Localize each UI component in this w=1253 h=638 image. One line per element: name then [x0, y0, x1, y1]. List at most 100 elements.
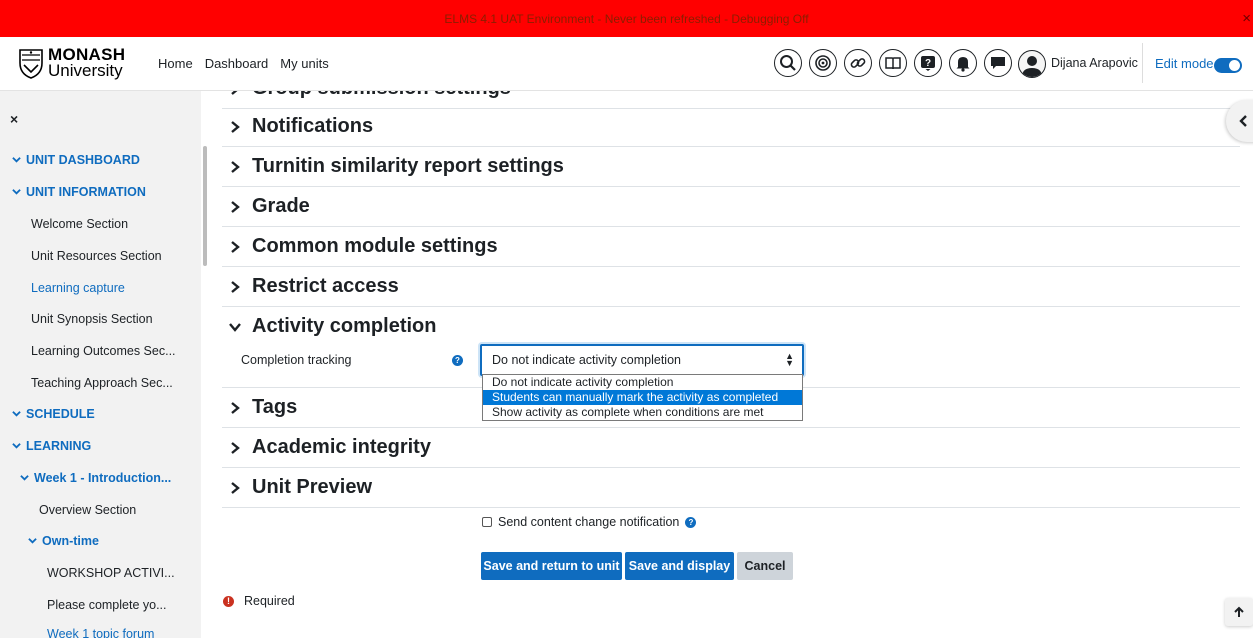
chevron-down-icon[interactable]: [12, 155, 26, 167]
chevron-down-icon[interactable]: [28, 536, 42, 548]
sidebar-item[interactable]: Learning Outcomes Sec...: [31, 344, 176, 358]
sidebar-item[interactable]: Teaching Approach Sec...: [31, 376, 173, 390]
sidebar-item-label: UNIT INFORMATION: [26, 185, 146, 199]
main-content: Group submission settings Notifications …: [208, 91, 1253, 638]
activity-completion-header[interactable]: Activity completion: [228, 315, 436, 338]
chevron-down-icon[interactable]: [12, 409, 26, 421]
environment-banner: ELMS 4.1 UAT Environment - Never been re…: [0, 0, 1253, 37]
sidebar-item[interactable]: Unit Resources Section: [31, 249, 162, 263]
section-common-module-settings[interactable]: Common module settings: [222, 227, 1240, 267]
monash-logo[interactable]: MONASH University: [18, 46, 125, 80]
user-avatar[interactable]: [1018, 50, 1046, 78]
sidebar-item-label: UNIT DASHBOARD: [26, 153, 140, 167]
bell-icon[interactable]: [949, 49, 977, 77]
required-legend: ! Required: [223, 594, 295, 608]
section-turnitin[interactable]: Turnitin similarity report settings: [222, 147, 1240, 187]
sidebar-section[interactable]: Week 1 - Introduction...: [20, 471, 171, 485]
save-and-return-button[interactable]: Save and return to unit: [481, 552, 622, 580]
search-icon[interactable]: [774, 49, 802, 77]
sidebar-section[interactable]: SCHEDULE: [12, 407, 95, 421]
section-title: Common module settings: [252, 235, 498, 257]
sidebar-item[interactable]: Overview Section: [39, 503, 136, 517]
nav-link-home[interactable]: Home: [158, 56, 193, 71]
target-icon[interactable]: [809, 49, 837, 77]
sidebar-item-label: Week 1 - Introduction...: [34, 471, 172, 485]
completion-options-dropdown: Do not indicate activity completion Stud…: [482, 374, 803, 421]
sidebar-item-label: Own-time: [42, 534, 99, 548]
section-title: Group submission settings: [252, 91, 511, 100]
required-icon: !: [223, 595, 234, 607]
edit-mode-label[interactable]: Edit mode: [1155, 56, 1214, 71]
sidebar-item[interactable]: WORKSHOP ACTIVI...: [47, 566, 175, 580]
sidebar-item-label: WORKSHOP ACTIVI...: [47, 566, 175, 580]
notification-help-icon[interactable]: ?: [685, 516, 697, 528]
sidebar-item[interactable]: Please complete yo...: [47, 598, 167, 612]
sidebar-section[interactable]: Own-time: [28, 534, 99, 548]
sidebar-item[interactable]: Unit Synopsis Section: [31, 312, 153, 326]
content-change-notification: Send content change notification ?: [482, 515, 697, 529]
chevron-right-icon: [231, 200, 240, 213]
notification-label[interactable]: Send content change notification: [498, 515, 679, 529]
primary-navigation: Home Dashboard My units: [158, 56, 329, 71]
select-arrows-icon: ▲ ▼: [785, 351, 794, 368]
sidebar-section[interactable]: UNIT DASHBOARD: [12, 153, 140, 167]
back-to-top-button[interactable]: [1225, 598, 1253, 626]
navbar-icon-group: ?: [774, 49, 1012, 77]
chevron-right-icon: [231, 441, 240, 454]
section-title: Turnitin similarity report settings: [252, 155, 564, 177]
section-title: Notifications: [252, 115, 374, 137]
user-name[interactable]: Dijana Arapovic: [1051, 56, 1138, 70]
chevron-down-icon[interactable]: [12, 441, 26, 453]
chevron-right-icon: [231, 120, 240, 133]
sidebar-item-label: Unit Resources Section: [31, 249, 162, 263]
cancel-button[interactable]: Cancel: [737, 552, 793, 580]
section-unit-preview[interactable]: Unit Preview: [222, 468, 1240, 508]
sidebar-section[interactable]: UNIT INFORMATION: [12, 185, 146, 199]
close-sidebar-button[interactable]: ×: [10, 111, 18, 127]
help-icon[interactable]: ?: [914, 49, 942, 77]
section-academic-integrity[interactable]: Academic integrity: [222, 428, 1240, 468]
sidebar-item-label: Please complete yo...: [47, 598, 167, 612]
notification-checkbox[interactable]: [482, 517, 492, 527]
top-navbar: MONASH University Home Dashboard My unit…: [0, 37, 1253, 91]
option-do-not-indicate[interactable]: Do not indicate activity completion: [483, 375, 802, 390]
book-icon[interactable]: [879, 49, 907, 77]
completion-tracking-label: Completion tracking: [241, 353, 352, 367]
sidebar-item-label: Week 1 topic forum: [47, 627, 155, 638]
section-restrict-access[interactable]: Restrict access: [222, 267, 1240, 307]
sidebar-item-label: Learning Outcomes Sec...: [31, 344, 176, 358]
completion-help-icon[interactable]: ?: [452, 355, 463, 366]
sidebar-item[interactable]: Welcome Section: [31, 217, 128, 231]
section-title: Grade: [252, 195, 310, 217]
section-title: Tags: [252, 396, 298, 418]
sidebar-item[interactable]: Week 1 topic forum: [47, 627, 154, 638]
chat-icon[interactable]: [984, 49, 1012, 77]
chevron-down-icon[interactable]: [12, 187, 26, 199]
logo-line2: University: [48, 61, 123, 80]
sidebar-item[interactable]: Learning capture: [31, 281, 125, 295]
nav-link-dashboard[interactable]: Dashboard: [205, 56, 269, 71]
arrow-up-icon: [1234, 606, 1244, 617]
banner-close-button[interactable]: ×: [1242, 10, 1251, 27]
sidebar-item-label: Learning capture: [31, 281, 125, 295]
save-and-display-button[interactable]: Save and display: [625, 552, 734, 580]
completion-tracking-select[interactable]: Do not indicate activity completion ▲ ▼: [480, 344, 804, 376]
sidebar-item-label: Overview Section: [39, 503, 137, 517]
sidebar-section[interactable]: LEARNING: [12, 439, 91, 453]
chevron-down-icon: [229, 322, 241, 332]
section-notifications[interactable]: Notifications: [222, 107, 1240, 147]
chevron-right-icon: [231, 481, 240, 494]
sidebar-scrollbar[interactable]: [203, 146, 207, 266]
option-conditional-completion[interactable]: Show activity as complete when condition…: [483, 405, 802, 420]
course-index-sidebar: × UNIT DASHBOARD UNIT INFORMATION Welcome …: [0, 91, 201, 638]
edit-mode-toggle[interactable]: [1214, 58, 1242, 73]
nav-link-my-units[interactable]: My units: [280, 56, 328, 71]
section-grade[interactable]: Grade: [222, 187, 1240, 227]
section-title: Activity completion: [252, 315, 437, 337]
section-title: Unit Preview: [252, 476, 373, 498]
chevron-down-icon[interactable]: [20, 473, 34, 485]
link-icon[interactable]: [844, 49, 872, 77]
svg-text:?: ?: [925, 58, 931, 69]
option-manual-completion[interactable]: Students can manually mark the activity …: [483, 390, 802, 405]
section-title: Restrict access: [252, 275, 399, 297]
